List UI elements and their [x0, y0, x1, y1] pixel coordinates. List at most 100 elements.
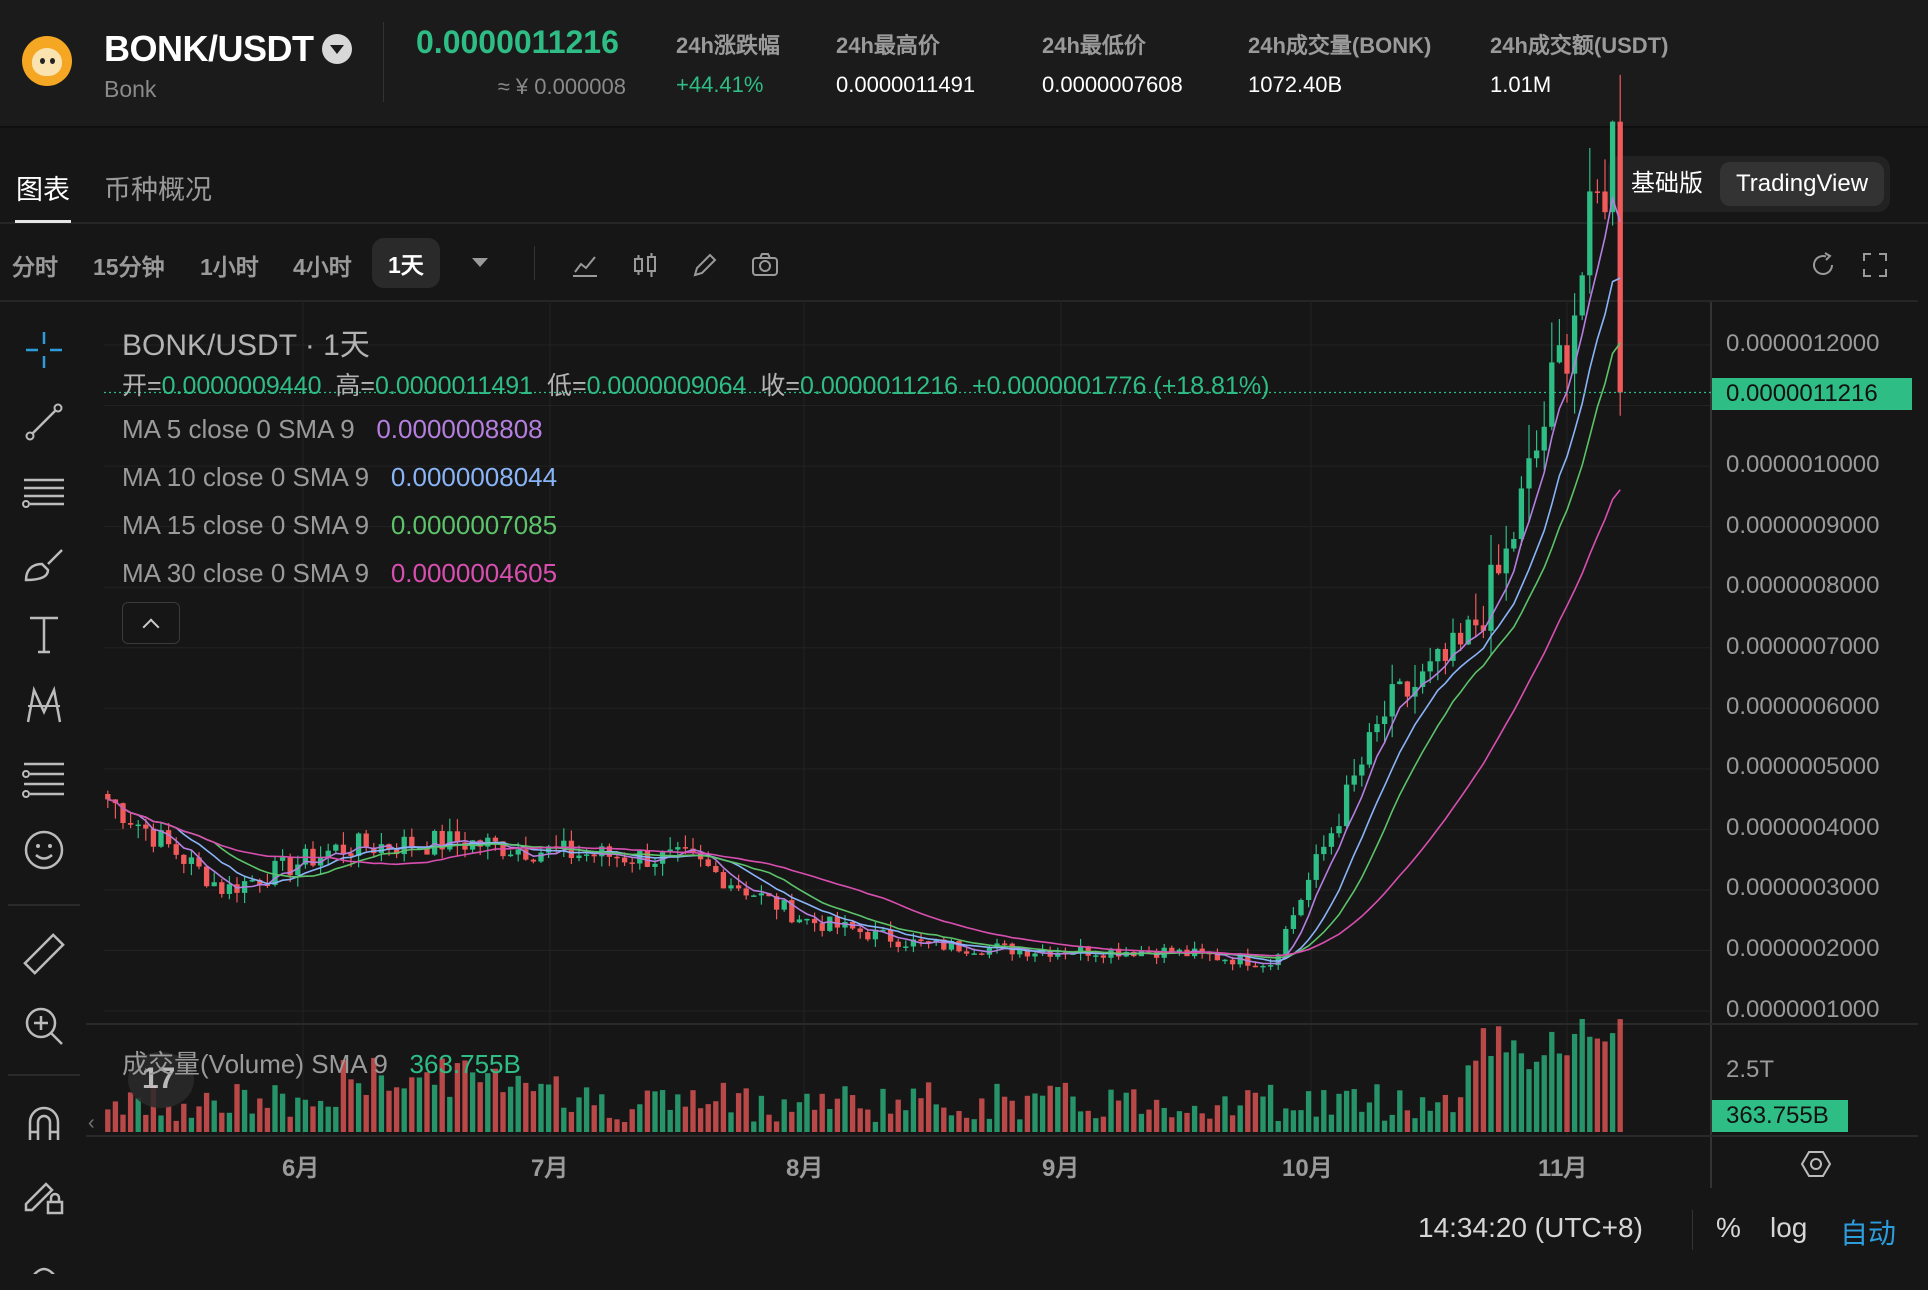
volume-legend-value: 363.755B — [409, 1049, 521, 1079]
volume-bar — [1138, 1113, 1145, 1132]
volume-bar — [333, 1106, 339, 1132]
price-tick: 0.0000012000 — [1726, 330, 1880, 357]
volume-bar — [302, 1099, 309, 1132]
volume-bar — [1237, 1105, 1243, 1132]
candle-body — [333, 844, 339, 851]
ma30-legend[interactable]: MA 30 close 0 SMA 9 0.0000004605 — [122, 558, 557, 589]
candle-body — [1442, 649, 1449, 661]
volume-bar — [226, 1112, 233, 1132]
candle-body — [1404, 681, 1411, 697]
price-tick: 0.0000004000 — [1726, 814, 1880, 841]
volume-legend[interactable]: 成交量(Volume) SMA 9 363.755B — [122, 1044, 521, 1081]
volume-bar — [781, 1099, 787, 1132]
candle-body — [675, 847, 681, 850]
candle-body — [895, 941, 901, 947]
ma15-value: 0.0000007085 — [390, 510, 558, 540]
volume-bar — [1533, 1061, 1540, 1132]
candle-body — [135, 824, 141, 827]
volume-bar — [545, 1084, 552, 1132]
volume-bar — [1450, 1112, 1456, 1132]
volume-bar — [1077, 1111, 1084, 1132]
candle-body — [979, 953, 985, 955]
volume-bar — [637, 1104, 643, 1132]
time-tick: 6月 — [282, 1155, 320, 1182]
candlestick-chart[interactable] — [0, 0, 1928, 1290]
volume-bar — [887, 1113, 894, 1132]
candle-body — [857, 928, 863, 933]
candle-body — [340, 844, 347, 854]
candle-body — [1549, 362, 1555, 427]
volume-bar — [1336, 1093, 1342, 1132]
candle-body — [1374, 724, 1380, 733]
volume-bar — [105, 1109, 111, 1132]
volume-bar — [948, 1115, 955, 1132]
candle-body — [1541, 426, 1547, 451]
volume-bar — [568, 1111, 575, 1132]
candle-body — [1222, 959, 1228, 962]
volume-bar — [614, 1119, 620, 1132]
ma5-legend[interactable]: MA 5 close 0 SMA 9 0.0000008808 — [122, 414, 543, 445]
volume-bar — [1389, 1114, 1395, 1132]
candle-body — [1283, 928, 1289, 955]
volume-bar — [971, 1119, 977, 1132]
volume-bar — [1001, 1096, 1008, 1132]
candle-body — [538, 852, 544, 862]
volume-bar — [903, 1110, 909, 1132]
volume-bar — [1055, 1087, 1061, 1132]
volume-bar — [317, 1100, 324, 1132]
volume-bar — [1260, 1096, 1266, 1132]
volume-bar — [834, 1098, 841, 1132]
volume-bar — [249, 1113, 255, 1132]
volume-bar — [1564, 1055, 1570, 1132]
candle-body — [804, 918, 810, 921]
candle-body — [1093, 955, 1099, 957]
volume-bar — [1427, 1110, 1433, 1132]
candle-body — [348, 853, 354, 856]
volume-bar — [272, 1085, 278, 1132]
ma10-legend[interactable]: MA 10 close 0 SMA 9 0.0000008044 — [122, 462, 557, 493]
candle-body — [1381, 716, 1388, 725]
volume-bar — [751, 1121, 757, 1132]
candle-body — [249, 880, 255, 882]
volume-bar — [515, 1075, 521, 1132]
candle-body — [1518, 488, 1525, 540]
volume-bar — [348, 1079, 354, 1132]
auto-scale-toggle[interactable]: 自动 — [1840, 1212, 1896, 1252]
volume-bar — [659, 1090, 666, 1132]
candle-body — [355, 833, 362, 856]
ma15-label: MA 15 close 0 SMA 9 — [122, 510, 370, 540]
volume-bar — [1131, 1089, 1137, 1132]
chart-settings-icon[interactable] — [1800, 1148, 1832, 1180]
volume-bar — [127, 1092, 134, 1132]
volume-bar — [918, 1098, 924, 1132]
candle-body — [1260, 965, 1266, 968]
volume-bar — [910, 1088, 917, 1132]
volume-bar — [1495, 1026, 1502, 1132]
volume-bar — [1229, 1115, 1236, 1132]
volume-bar — [1480, 1028, 1487, 1132]
volume-bar — [135, 1098, 141, 1132]
volume-bar — [956, 1110, 962, 1132]
volume-bar — [264, 1107, 271, 1132]
collapse-legend-button[interactable] — [122, 602, 180, 644]
volume-bar — [1153, 1099, 1160, 1132]
ma15-legend[interactable]: MA 15 close 0 SMA 9 0.0000007085 — [122, 510, 557, 541]
candle-body — [1579, 275, 1585, 316]
volume-bar — [1404, 1110, 1411, 1132]
candle-body — [1602, 191, 1608, 213]
candle-body — [105, 793, 111, 800]
volume-bar — [1511, 1040, 1517, 1132]
percent-scale-toggle[interactable]: % — [1716, 1212, 1741, 1244]
candle-body — [1533, 450, 1540, 459]
high-value: 0.0000011491 — [375, 372, 534, 400]
ma10-value: 0.0000008044 — [390, 462, 558, 492]
volume-bar — [1602, 1041, 1608, 1132]
log-scale-toggle[interactable]: log — [1770, 1212, 1807, 1244]
volume-bar — [1579, 1018, 1585, 1132]
volume-bar — [1518, 1053, 1525, 1132]
volume-bar — [1366, 1102, 1373, 1132]
volume-bar — [979, 1098, 985, 1132]
price-chart: BONK/USDT · 1天 开=0.0000009440 高=0.000001… — [0, 0, 1928, 1290]
ohlc-legend: 开=0.0000009440 高=0.0000011491 低=0.000000… — [122, 366, 1269, 402]
volume-bar — [409, 1077, 415, 1132]
